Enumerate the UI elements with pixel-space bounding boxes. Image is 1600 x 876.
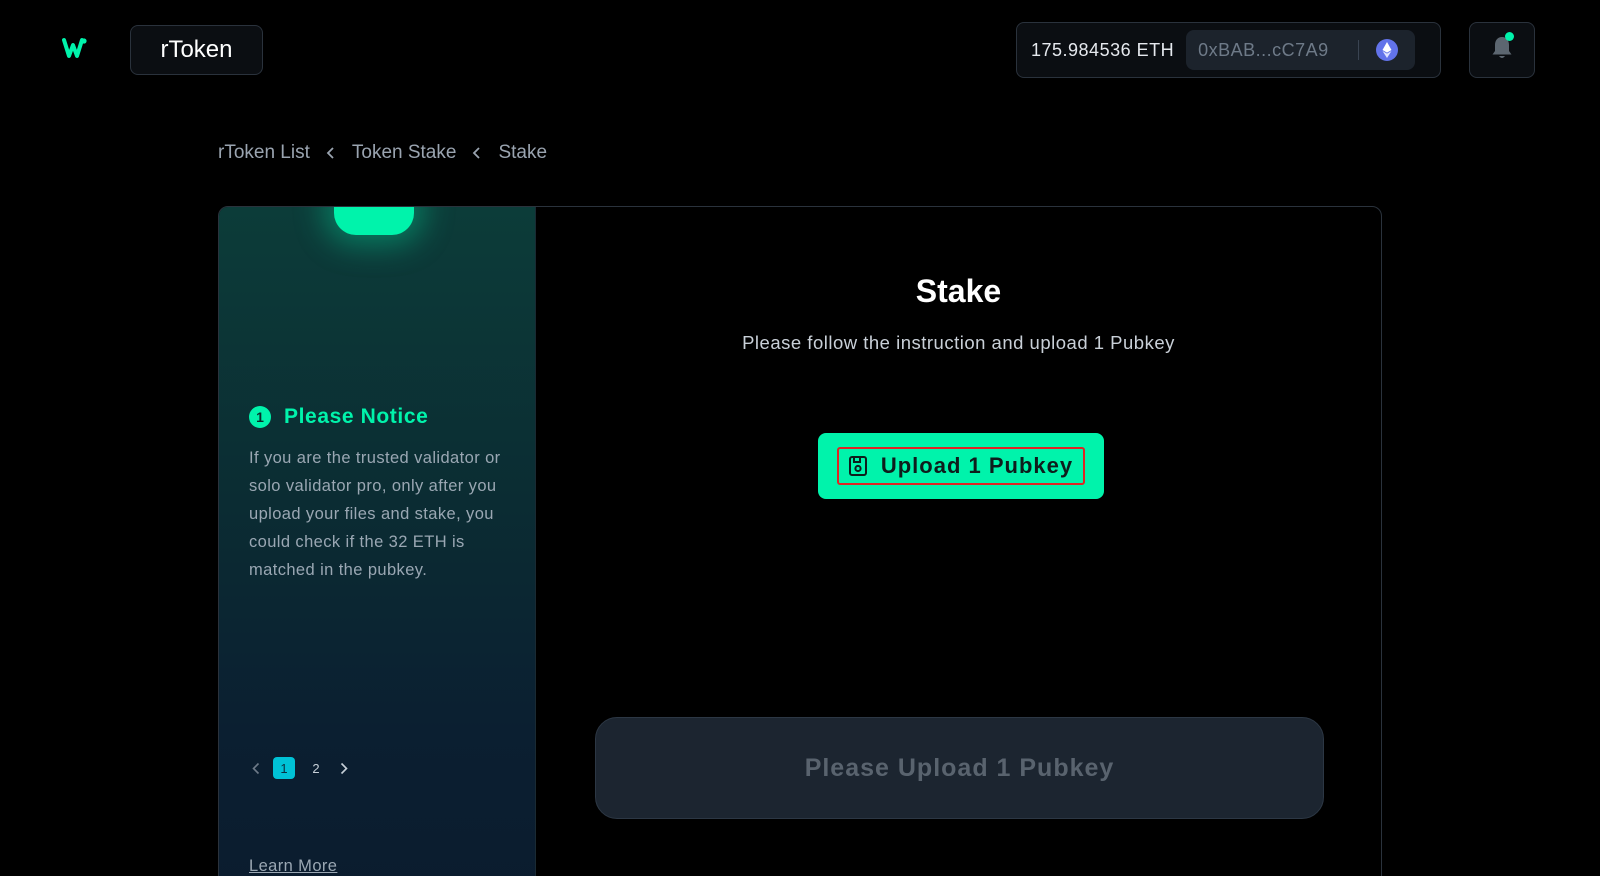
chevron-left-icon xyxy=(326,146,336,160)
chevron-left-icon[interactable] xyxy=(249,761,263,775)
wallet-balance: 175.984536 ETH xyxy=(1031,39,1175,60)
chevron-left-icon xyxy=(472,146,482,160)
notification-button[interactable] xyxy=(1469,22,1535,78)
breadcrumb-rtoken-list[interactable]: rToken List xyxy=(218,142,310,164)
breadcrumb-token-stake[interactable]: Token Stake xyxy=(352,142,457,164)
stake-content: Stake Please follow the instruction and … xyxy=(536,207,1381,876)
notification-dot xyxy=(1505,32,1514,41)
wallet-panel[interactable]: 175.984536 ETH 0xBAB...cC7A9 xyxy=(1016,22,1441,78)
upload-pubkey-label: Upload 1 Pubkey xyxy=(880,453,1074,478)
stake-submit-button[interactable]: Please Upload 1 Pubkey xyxy=(595,717,1324,819)
notice-body: If you are the trusted validator or solo… xyxy=(249,449,501,579)
sidebar-glow-decoration xyxy=(334,207,414,235)
wallet-address-box[interactable]: 0xBAB...cC7A9 xyxy=(1186,30,1416,70)
breadcrumb-stake: Stake xyxy=(498,142,548,163)
notice-title: Please Notice xyxy=(284,405,429,428)
wave-logo-icon[interactable] xyxy=(62,36,88,62)
address-divider xyxy=(1358,40,1360,60)
notice-pager: 1 2 xyxy=(249,757,351,779)
page-title: Stake xyxy=(915,273,1002,309)
page-subtitle: Please follow the instruction and upload… xyxy=(742,332,1175,353)
stake-card: 1 Please Notice If you are the trusted v… xyxy=(218,206,1382,876)
learn-more-link[interactable]: Learn More xyxy=(249,857,337,876)
stake-submit-label: Please Upload 1 Pubkey xyxy=(804,753,1115,782)
upload-pubkey-button[interactable]: Upload 1 Pubkey xyxy=(818,433,1104,499)
breadcrumb: rToken List Token Stake Stake xyxy=(218,142,547,164)
app-switcher-button[interactable]: rToken xyxy=(130,25,263,75)
ethereum-icon xyxy=(1376,39,1399,61)
page-2-button[interactable]: 2 xyxy=(305,757,327,779)
wallet-address: 0xBAB...cC7A9 xyxy=(1198,39,1329,60)
app-name: rToken xyxy=(160,36,233,63)
chevron-right-icon[interactable] xyxy=(337,761,351,775)
notice-header: 1 Please Notice xyxy=(249,405,428,429)
step-number-badge: 1 xyxy=(249,406,271,428)
page-1-button[interactable]: 1 xyxy=(273,757,295,779)
upload-button-content: Upload 1 Pubkey xyxy=(836,447,1086,485)
notice-sidebar: 1 Please Notice If you are the trusted v… xyxy=(219,207,536,876)
file-upload-icon xyxy=(847,455,869,477)
